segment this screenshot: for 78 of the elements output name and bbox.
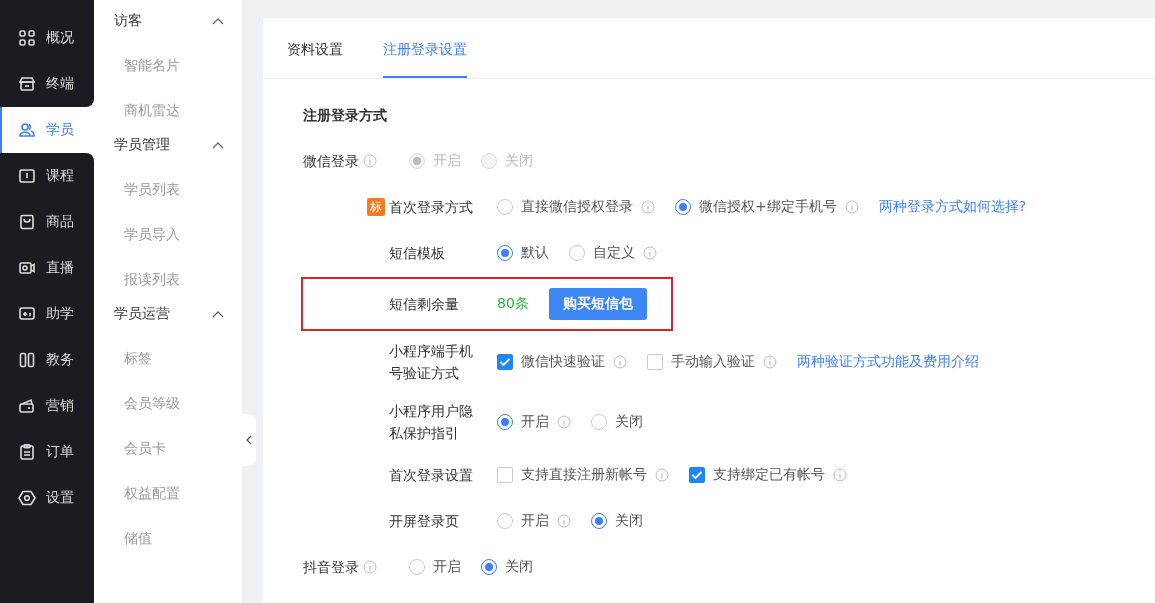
field-label: 微信登录 <box>303 152 359 171</box>
nav-item[interactable]: 订单 <box>0 429 94 475</box>
option-label: 手动输入验证 <box>671 353 755 371</box>
camera-icon <box>18 259 36 277</box>
chevron-left-icon <box>246 435 252 445</box>
columns-icon <box>18 351 36 369</box>
option-label: 关闭 <box>505 558 533 576</box>
users-icon <box>18 121 36 139</box>
radio-button[interactable] <box>481 559 497 575</box>
option-label: 支持直接注册新帐号 <box>521 466 647 484</box>
field-label: 首次登录设置 <box>389 466 474 485</box>
nav-item[interactable]: 商品 <box>0 199 94 245</box>
tab[interactable]: 资料设置 <box>287 18 343 78</box>
field-label: 短信剩余量 <box>389 295 460 314</box>
nav-item[interactable]: 设置 <box>0 475 94 603</box>
menu-item[interactable]: 标签 <box>94 336 242 381</box>
info-icon <box>557 415 571 429</box>
option-label: 开启 <box>521 413 549 431</box>
info-icon <box>655 468 669 482</box>
option-label: 关闭 <box>615 512 643 530</box>
menu-item[interactable]: 智能名片 <box>94 43 242 88</box>
option-label: 支持绑定已有帐号 <box>713 466 825 484</box>
option-label: 开启 <box>433 152 461 170</box>
wallet-icon <box>18 397 36 415</box>
option-label: 开启 <box>433 558 461 576</box>
option-label: 默认 <box>521 244 549 262</box>
menu-item[interactable]: 学员导入 <box>94 212 242 257</box>
store-icon <box>18 75 36 93</box>
nav-item[interactable]: 教务 <box>0 337 94 383</box>
info-icon <box>833 468 847 482</box>
option-label: 直接微信授权登录 <box>521 198 633 216</box>
grid-icon <box>18 29 36 47</box>
option-label: 微信快速验证 <box>521 353 605 371</box>
info-icon <box>363 560 377 574</box>
nav-item[interactable]: 终端 <box>0 61 94 107</box>
bag-icon <box>18 213 36 231</box>
menu-item[interactable]: 储值 <box>94 516 242 561</box>
chevron-icon <box>212 16 224 25</box>
section-title: 注册登录方式 <box>303 106 388 125</box>
hex-icon <box>18 489 36 507</box>
info-icon <box>643 246 657 260</box>
option-label: 开启 <box>521 512 549 530</box>
field-label: 小程序端手机号验证方式 <box>389 342 474 383</box>
menu-item[interactable]: 会员卡 <box>94 426 242 471</box>
nav-item[interactable]: 直播 <box>0 245 94 291</box>
option-label: 关闭 <box>505 152 533 170</box>
sms-count: 80条 <box>497 295 529 313</box>
info-icon <box>613 355 627 369</box>
info-icon <box>557 514 571 528</box>
info-icon <box>763 355 777 369</box>
option-label: 自定义 <box>593 244 635 262</box>
field-label: 小程序用户隐私保护指引 <box>389 402 474 443</box>
menu-group-header[interactable]: 访客 <box>94 0 242 43</box>
radio-button[interactable] <box>409 559 425 575</box>
nav-item[interactable]: 概况 <box>0 0 94 61</box>
tab[interactable]: 注册登录设置 <box>383 18 467 78</box>
collapse-handle[interactable] <box>242 414 256 466</box>
menu-item[interactable]: 权益配置 <box>94 471 242 516</box>
field-label: 首次登录方式 <box>389 198 474 217</box>
nav-item[interactable]: 助学 <box>0 291 94 337</box>
chevron-icon <box>212 309 224 318</box>
book-icon <box>18 167 36 185</box>
field-label: 开屏登录页 <box>389 512 460 531</box>
clipboard-icon <box>18 443 36 461</box>
chevron-icon <box>212 140 224 149</box>
menu-item[interactable]: 会员等级 <box>94 381 242 426</box>
info-icon <box>641 200 655 214</box>
nav-item[interactable]: 课程 <box>0 153 94 199</box>
tag-badge: 标 <box>367 198 385 216</box>
option-label: 微信授权+绑定手机号 <box>699 198 837 216</box>
field-label: 短信模板 <box>389 244 446 263</box>
info-icon <box>844 200 859 214</box>
nav-item[interactable]: 营销 <box>0 383 94 429</box>
field-label: 抖音登录 <box>303 558 359 577</box>
info-icon <box>363 154 377 168</box>
option-label: 关闭 <box>615 413 643 431</box>
gamepad-icon <box>18 305 36 323</box>
menu-item[interactable]: 学员列表 <box>94 167 242 212</box>
